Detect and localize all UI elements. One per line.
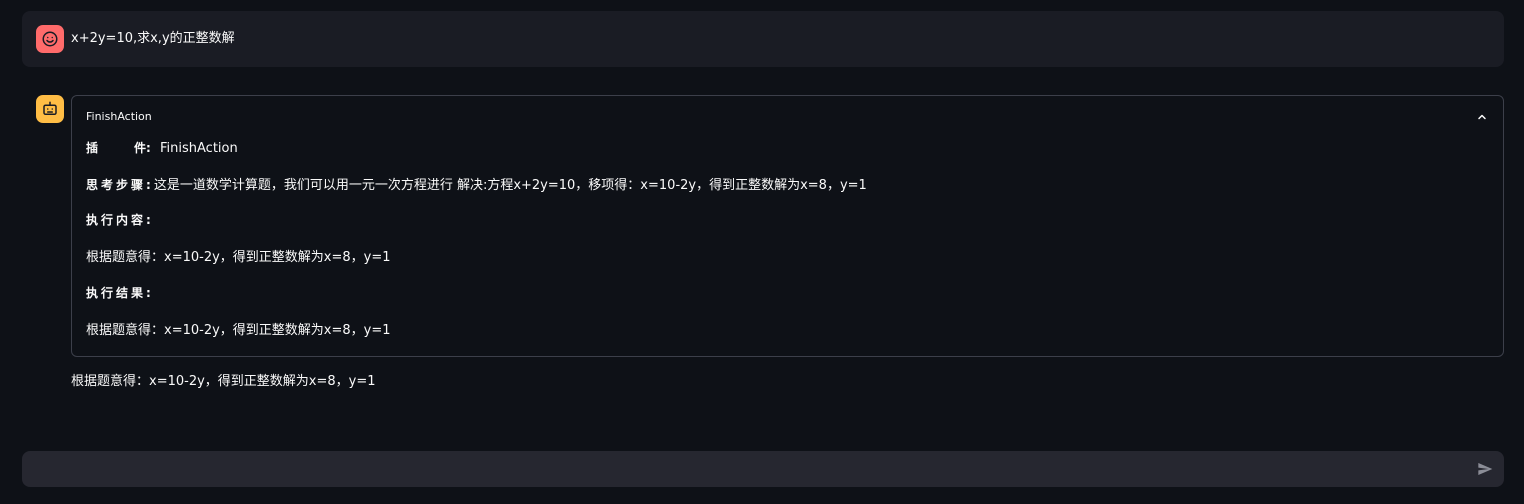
send-icon — [1478, 463, 1493, 475]
thought-row: 思考步骤:这是一道数学计算题，我们可以用一元一次方程进行 解决:方程x+2y=1… — [86, 176, 867, 195]
thought-value: 这是一道数学计算题，我们可以用一元一次方程进行 解决:方程x+2y=10，移项得… — [153, 178, 867, 193]
user-message: x+2y=10,求x,y的正整数解 — [22, 11, 1504, 67]
final-answer-text: 根据题意得：x=10-2y，得到正整数解为x=8，y=1 — [71, 374, 376, 389]
exec-result-row: 执行结果: — [86, 284, 154, 303]
thought-label: 思考步骤: — [86, 178, 154, 192]
exec-result-value: 根据题意得：x=10-2y，得到正整数解为x=8，y=1 — [86, 323, 391, 338]
chat-input-container — [22, 451, 1504, 487]
finish-action-expander: FinishAction 插件: FinishAction 思考步骤:这是一道数学… — [71, 95, 1504, 357]
assistant-avatar — [36, 95, 64, 123]
robot-icon — [43, 101, 57, 115]
plugin-value: FinishAction — [160, 141, 238, 156]
exec-content-row: 执行内容: — [86, 211, 154, 230]
smiling-face-icon — [42, 31, 58, 47]
expander-toggle[interactable] — [1473, 108, 1491, 126]
plugin-row: 插件: FinishAction — [86, 139, 238, 158]
user-avatar — [36, 25, 64, 53]
exec-content-value: 根据题意得：x=10-2y，得到正整数解为x=8，y=1 — [86, 250, 391, 265]
user-message-text: x+2y=10,求x,y的正整数解 — [71, 31, 235, 46]
expander-title[interactable]: FinishAction — [86, 109, 152, 125]
plugin-label: 插件: — [86, 141, 151, 155]
chevron-up-icon — [1478, 114, 1486, 120]
chat-input[interactable] — [36, 451, 1456, 487]
exec-result-label: 执行结果: — [86, 286, 154, 300]
send-button[interactable] — [1476, 460, 1494, 478]
exec-content-label: 执行内容: — [86, 213, 154, 227]
